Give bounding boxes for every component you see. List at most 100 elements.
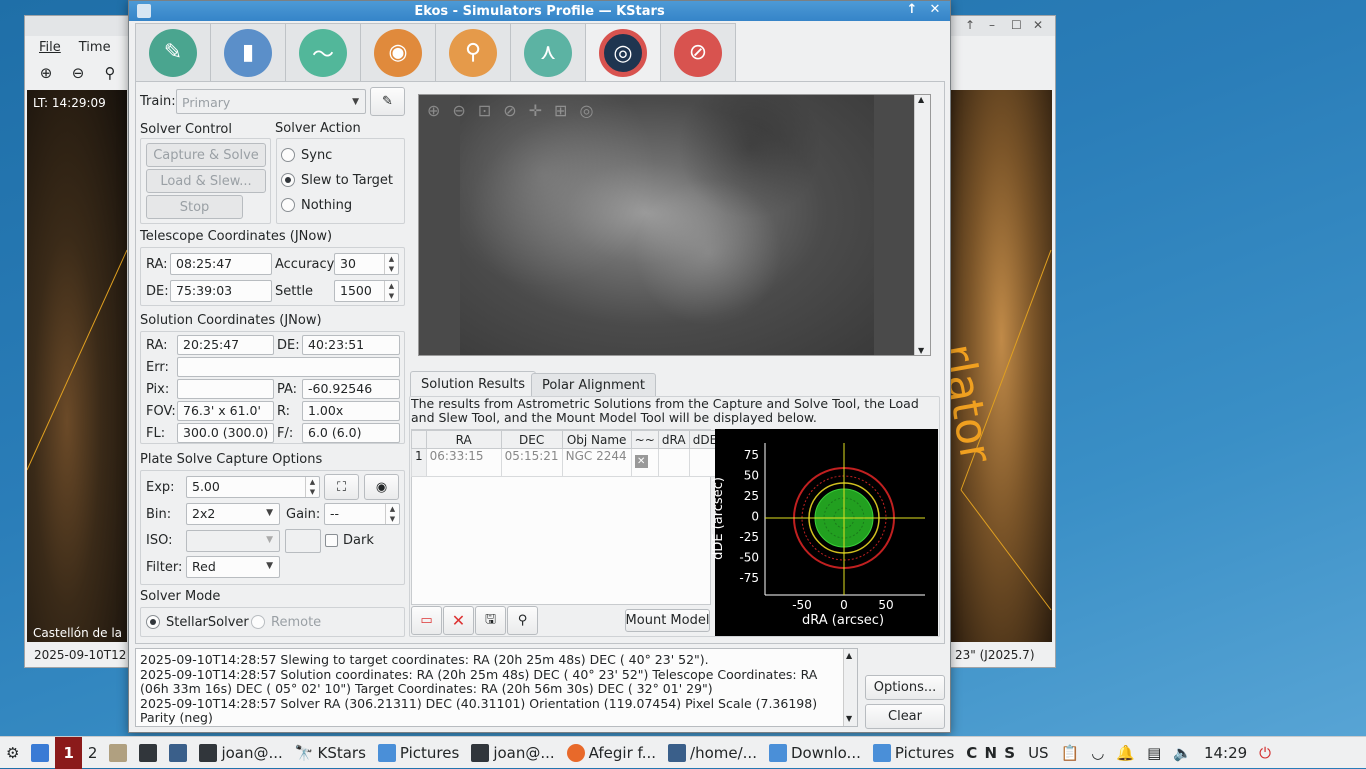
- keyboard-layout[interactable]: US: [1022, 737, 1055, 769]
- exposure-spinbox[interactable]: 5.00 ▲ ▼: [186, 476, 320, 498]
- log-box[interactable]: 2025-09-10T14:28:57 Slewing to target co…: [135, 648, 858, 727]
- radio-sync[interactable]: [281, 148, 295, 162]
- err-field[interactable]: [177, 357, 400, 377]
- capture-solve-button[interactable]: Capture & Solve: [146, 143, 266, 167]
- zoom-out-icon[interactable]: ⊖: [452, 101, 465, 120]
- stellarsolver-label[interactable]: StellarSolver: [166, 615, 249, 630]
- nothing-label[interactable]: Nothing: [301, 198, 352, 213]
- results-table[interactable]: RA DEC Obj Name ~~ dRA dDE 1 06:33:15 05…: [411, 430, 722, 477]
- alignment-plot[interactable]: 75 50 25 0 -25 -50 -75 -50 0 50 dRA (arcsec) dDE…: [711, 429, 938, 636]
- maximize-icon[interactable]: ☐: [1011, 18, 1022, 32]
- settle-spinbox[interactable]: 1500 ▲ ▼: [334, 280, 399, 302]
- dark-settings-button[interactable]: [285, 529, 321, 553]
- radio-remote[interactable]: [251, 615, 265, 629]
- gain-spinbox[interactable]: -- ▲ ▼: [324, 503, 400, 525]
- remote-label[interactable]: Remote: [271, 615, 321, 630]
- task-home-editor[interactable]: /home/...: [662, 737, 763, 769]
- tel-ra-field[interactable]: 08:25:47: [170, 253, 272, 275]
- menu-file[interactable]: File: [39, 40, 61, 55]
- sky-map-right[interactable]: rlator: [951, 90, 1052, 642]
- tab-mount[interactable]: ⋏: [510, 23, 586, 81]
- scroll-down-icon[interactable]: ▼: [846, 712, 852, 727]
- file-manager-launcher[interactable]: [103, 737, 133, 769]
- editor-launcher[interactable]: [163, 737, 193, 769]
- accuracy-spinbox[interactable]: 30 ▲ ▼: [334, 253, 399, 275]
- clipboard-tray[interactable]: 📋: [1055, 737, 1086, 769]
- task-kstars[interactable]: 🔭 KStars: [289, 737, 372, 769]
- sol-ra-field[interactable]: 20:25:47: [177, 335, 274, 355]
- header-dra[interactable]: dRA: [657, 430, 690, 449]
- workspace-1[interactable]: 1: [55, 736, 82, 769]
- header-tilde[interactable]: ~~: [630, 430, 659, 449]
- f-ratio-field[interactable]: 6.0 (6.0): [302, 423, 400, 443]
- tab-guide[interactable]: ⊘: [660, 23, 736, 81]
- fov-field[interactable]: 76.3' x 61.0': [177, 401, 274, 421]
- spin-arrows-icon[interactable]: ▲ ▼: [384, 254, 398, 274]
- zoom-in-icon[interactable]: ⊕: [427, 101, 440, 120]
- train-combo[interactable]: Primary ▼: [176, 89, 366, 114]
- filter-combo[interactable]: Red ▼: [186, 556, 280, 578]
- search-icon[interactable]: ⚲: [99, 62, 121, 84]
- fits-viewer[interactable]: ⊕ ⊖ ⊡ ⊘ ✛ ⊞ ◎ ▲ ▼: [418, 94, 931, 356]
- dark-label[interactable]: Dark: [343, 533, 374, 548]
- radio-stellarsolver[interactable]: [146, 615, 160, 629]
- iso-combo[interactable]: ▼: [186, 530, 280, 552]
- remove-button[interactable]: ✕: [443, 606, 474, 635]
- scroll-down-icon[interactable]: ▼: [918, 346, 924, 355]
- edit-train-button[interactable]: ✎: [370, 87, 405, 116]
- minimize-arrow-icon[interactable]: ↑: [965, 18, 975, 32]
- wifi-tray[interactable]: ◡: [1085, 737, 1110, 769]
- capture-settings-button[interactable]: ◉: [364, 474, 399, 500]
- task-downloads[interactable]: Downlo...: [763, 737, 867, 769]
- tab-focus[interactable]: ⚲: [435, 23, 511, 81]
- log-scrollbar[interactable]: ▲ ▼: [843, 649, 857, 726]
- load-slew-button[interactable]: Load & Slew...: [146, 169, 266, 193]
- bin-combo[interactable]: 2x2 ▼: [186, 503, 280, 525]
- sky-map-left[interactable]: LT: 14:29:09 Castellón de la: [27, 90, 127, 642]
- tab-scheduler[interactable]: ▮: [210, 23, 286, 81]
- workspace-2[interactable]: 2: [82, 737, 104, 769]
- pa-field[interactable]: -60.92546: [302, 379, 400, 399]
- mount-model-button[interactable]: Mount Model: [625, 609, 710, 632]
- task-pictures-2[interactable]: Pictures: [867, 737, 960, 769]
- tel-de-field[interactable]: 75:39:03: [170, 280, 272, 302]
- header-dec[interactable]: DEC: [500, 430, 563, 449]
- menu-time[interactable]: Time: [79, 40, 111, 55]
- spin-arrows-icon[interactable]: ▲ ▼: [305, 477, 319, 497]
- spin-arrows-icon[interactable]: ▲ ▼: [385, 504, 399, 524]
- sol-de-field[interactable]: 40:23:51: [302, 335, 400, 355]
- subframe-button[interactable]: ⛶: [324, 474, 359, 500]
- spin-arrows-icon[interactable]: ▲ ▼: [384, 281, 398, 301]
- zoom-in-icon[interactable]: ⊕: [35, 62, 57, 84]
- task-firefox[interactable]: Afegir f...: [561, 737, 662, 769]
- clear-button[interactable]: Clear: [865, 704, 945, 729]
- app-menu-button[interactable]: ⚙: [0, 737, 25, 769]
- tab-setup[interactable]: ✎: [135, 23, 211, 81]
- slew-to-target-label[interactable]: Slew to Target: [301, 173, 393, 188]
- minimize-icon[interactable]: –: [989, 18, 995, 32]
- radio-slew-to-target[interactable]: [281, 173, 295, 187]
- export-button[interactable]: 🖫: [475, 606, 506, 635]
- titlebar[interactable]: Ekos - Simulators Profile — KStars ↑ ✕: [129, 1, 950, 21]
- zoom-default-icon[interactable]: ⊘: [503, 101, 516, 120]
- task-terminal-2[interactable]: joan@...: [465, 737, 560, 769]
- tab-polar-alignment[interactable]: Polar Alignment: [531, 373, 656, 397]
- tab-solution-results[interactable]: Solution Results: [410, 371, 537, 397]
- storage-tray[interactable]: ▤: [1141, 737, 1167, 769]
- show-desktop-button[interactable]: [25, 737, 55, 769]
- stop-button[interactable]: Stop: [146, 195, 243, 219]
- scroll-up-icon[interactable]: ▲: [846, 649, 852, 664]
- zoom-out-icon[interactable]: ⊖: [67, 62, 89, 84]
- task-pictures-1[interactable]: Pictures: [372, 737, 465, 769]
- close-icon[interactable]: ✕: [1033, 18, 1043, 32]
- header-ra[interactable]: RA: [425, 430, 502, 449]
- task-terminal-1[interactable]: joan@...: [193, 737, 288, 769]
- power-button[interactable]: ⏻: [1253, 737, 1277, 769]
- radio-nothing[interactable]: [281, 198, 295, 212]
- view-button[interactable]: ⚲: [507, 606, 538, 635]
- keyboard-locks[interactable]: C N S: [960, 737, 1022, 769]
- options-button[interactable]: Options...: [865, 675, 945, 700]
- tab-capture[interactable]: ◉: [360, 23, 436, 81]
- notifications-tray[interactable]: 🔔: [1110, 737, 1141, 769]
- table-row[interactable]: 1 06:33:15 05:15:21 NGC 2244 ✕: [411, 448, 722, 477]
